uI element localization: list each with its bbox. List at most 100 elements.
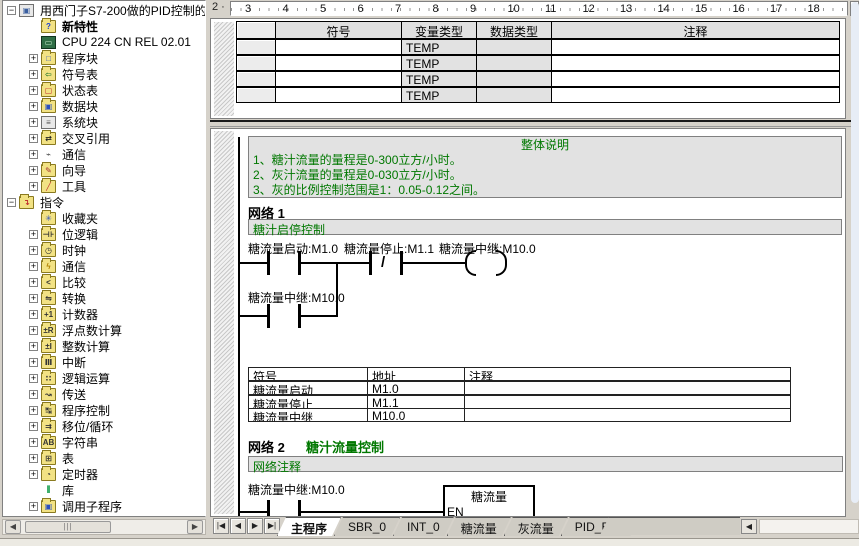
tree-item-整数计算[interactable]: +±I整数计算	[29, 338, 112, 354]
program-comment-block[interactable]: 整体说明 1、糖汁流量的量程是0-300立方/小时。 2、灰汁流量的量程是0-0…	[248, 136, 842, 198]
var-type-cell[interactable]: TEMP	[401, 87, 477, 103]
tree-item-label[interactable]: 工具	[60, 178, 88, 195]
symbol-cell[interactable]	[275, 39, 402, 55]
symbol-table-cell[interactable]: 糖流量启动	[248, 381, 368, 395]
expand-icon[interactable]: +	[29, 438, 38, 447]
tab-scroll-left-button[interactable]: ◀	[741, 519, 757, 534]
function-block[interactable]: 糖流量 EN	[443, 485, 535, 517]
tab-INT_0[interactable]: INT_0	[393, 517, 454, 536]
tab-糖流量[interactable]: 糖流量	[447, 517, 511, 536]
expand-icon[interactable]: +	[29, 310, 38, 319]
column-header-变量类型[interactable]: 变量类型	[401, 21, 477, 39]
tree-item-label[interactable]: 向导	[60, 162, 88, 179]
symbol-cell[interactable]	[275, 71, 402, 87]
tree-item-label[interactable]: 浮点数计算	[60, 322, 124, 339]
tree-item-转换[interactable]: +⇋转换	[29, 290, 88, 306]
tree-item-CPU 224 CN REL 02.01[interactable]: ▭CPU 224 CN REL 02.01	[29, 34, 193, 50]
tree-item-状态表[interactable]: +▢状态表	[29, 82, 100, 98]
tree-item-label[interactable]: 定时器	[60, 466, 100, 483]
tree-item-表[interactable]: +⊞表	[29, 450, 76, 466]
expand-icon[interactable]: +	[29, 70, 38, 79]
tree-item-数据块[interactable]: +▣数据块	[29, 98, 100, 114]
var-type-cell[interactable]: TEMP	[401, 55, 477, 71]
row-selector[interactable]	[236, 55, 276, 71]
column-header-符号[interactable]: 符号	[275, 21, 402, 39]
data-type-cell[interactable]	[476, 55, 552, 71]
tree-item-label[interactable]: 用西门子S7-200做的PID控制的	[38, 2, 206, 19]
tree-item-通信[interactable]: +⌁通信	[29, 146, 88, 162]
tree-item-移位/循环[interactable]: +⇉移位/循环	[29, 418, 115, 434]
tab-主程序[interactable]: 主程序	[277, 517, 341, 536]
comment-cell[interactable]	[551, 87, 840, 103]
comment-cell[interactable]	[551, 39, 840, 55]
expand-icon[interactable]: +	[29, 246, 38, 255]
expand-icon[interactable]: +	[29, 374, 38, 383]
tree-item-工具[interactable]: +╱工具	[29, 178, 88, 194]
tree-item-调用子程序[interactable]: +▣调用子程序	[29, 498, 124, 514]
nc-contact-bar[interactable]	[369, 251, 372, 275]
tree-item-中断[interactable]: +Ⅲ中断	[29, 354, 88, 370]
tree-item-label[interactable]: 程序块	[60, 50, 100, 67]
tree-item-程序控制[interactable]: +↹程序控制	[29, 402, 112, 418]
tree-item-label[interactable]: 程序控制	[60, 402, 112, 419]
contact-bar[interactable]	[298, 500, 301, 517]
tree-item-比较[interactable]: +<比较	[29, 274, 88, 290]
tree-item-通信[interactable]: +ϟ通信	[29, 258, 88, 274]
symbol-table-cell[interactable]: 糖流量中继	[248, 408, 368, 422]
tree-item-label[interactable]: 逻辑运算	[60, 370, 112, 387]
scroll-right-button[interactable]: ▶	[187, 520, 203, 534]
expand-icon[interactable]: +	[29, 182, 38, 191]
expand-icon[interactable]: +	[29, 262, 38, 271]
tree-item-库[interactable]: ⫼库	[29, 482, 76, 498]
column-header-数据类型[interactable]: 数据类型	[476, 21, 552, 39]
tree-item-逻辑运算[interactable]: +∷逻辑运算	[29, 370, 112, 386]
row-selector[interactable]	[236, 87, 276, 103]
data-type-cell[interactable]	[476, 87, 552, 103]
expand-icon[interactable]: +	[29, 422, 38, 431]
symbol-table-cell[interactable]	[464, 395, 791, 409]
tree-item-label[interactable]: 状态表	[60, 82, 100, 99]
expand-icon[interactable]: +	[29, 54, 38, 63]
collapse-icon[interactable]: −	[7, 198, 16, 207]
expand-icon[interactable]: +	[29, 326, 38, 335]
var-type-cell[interactable]: TEMP	[401, 71, 477, 87]
tree-item-新特性[interactable]: ?新特性	[29, 18, 100, 34]
tree-item-label[interactable]: 新特性	[60, 18, 100, 35]
tab-灰流量[interactable]: 灰流量	[504, 517, 568, 536]
expand-icon[interactable]: +	[29, 294, 38, 303]
tree-item-label[interactable]: 交叉引用	[60, 130, 112, 147]
expand-icon[interactable]: +	[29, 278, 38, 287]
tree-item-位逻辑[interactable]: +⊣⊦位逻辑	[29, 226, 100, 242]
coil-left-paren[interactable]	[465, 250, 476, 276]
tree-item-label[interactable]: 库	[60, 482, 76, 499]
row-selector[interactable]	[236, 39, 276, 55]
tree-item-label[interactable]: 移位/循环	[60, 418, 115, 435]
tree-item-交叉引用[interactable]: +⇄交叉引用	[29, 130, 112, 146]
tree-item-label[interactable]: 传送	[60, 386, 88, 403]
symbol-cell[interactable]	[275, 55, 402, 71]
expand-icon[interactable]: +	[29, 150, 38, 159]
tree-item-label[interactable]: CPU 224 CN REL 02.01	[60, 35, 193, 49]
tree-item-label[interactable]: 比较	[60, 274, 88, 291]
tree-item-label[interactable]: 时钟	[60, 242, 88, 259]
tree-item-label[interactable]: 符号表	[60, 66, 100, 83]
tree-item-label[interactable]: 通信	[60, 258, 88, 275]
expand-icon[interactable]: +	[29, 134, 38, 143]
expand-icon[interactable]: +	[29, 118, 38, 127]
tree-item-程序块[interactable]: +□程序块	[29, 50, 100, 66]
contact-bar[interactable]	[267, 304, 270, 328]
data-type-cell[interactable]	[476, 71, 552, 87]
tree-item-指令[interactable]: −↴指令	[7, 194, 66, 210]
tree-item-label[interactable]: 中断	[60, 354, 88, 371]
contact-bar[interactable]	[267, 251, 270, 275]
data-type-cell[interactable]	[476, 39, 552, 55]
network1-title-bar[interactable]: 糖汁启停控制	[248, 219, 842, 235]
expand-icon[interactable]: +	[29, 102, 38, 111]
tree-item-向导[interactable]: +✎向导	[29, 162, 88, 178]
tree-item-时钟[interactable]: +◷时钟	[29, 242, 88, 258]
tree-item-收藏夹[interactable]: ✳收藏夹	[29, 210, 100, 226]
expand-icon[interactable]: +	[29, 470, 38, 479]
last-tab-button[interactable]: ▶|	[264, 518, 280, 534]
expand-icon[interactable]: +	[29, 342, 38, 351]
expand-icon[interactable]: +	[29, 86, 38, 95]
